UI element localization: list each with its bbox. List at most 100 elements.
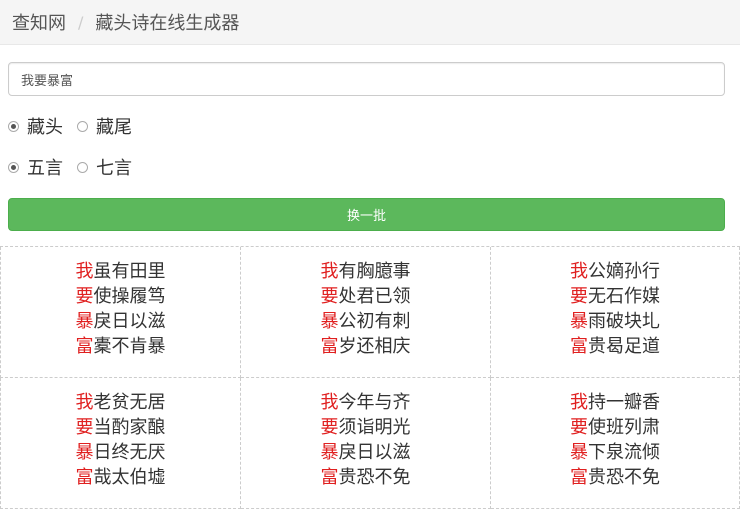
poem-line-rest: 处君已领 xyxy=(338,286,411,307)
poem-line-rest: 贵恐不免 xyxy=(338,467,411,488)
poem-line: 暴下泉流倾 xyxy=(570,440,660,465)
poem-line-rest: 戾日以滋 xyxy=(338,442,411,463)
poem-head-char: 要 xyxy=(570,417,588,438)
poem-line-rest: 岁还相庆 xyxy=(338,336,411,357)
poem-card: 我虽有田里 要使操履笃 暴戾日以滋 富橐不肯暴 xyxy=(0,247,241,378)
radio-option-five[interactable]: 五言 xyxy=(8,154,63,180)
poem-line: 我虽有田里 xyxy=(76,259,166,284)
poem-line: 富贵恐不免 xyxy=(321,465,411,490)
poem-line: 我持一瓣香 xyxy=(570,390,660,415)
poem-head-char: 要 xyxy=(320,417,339,438)
breadcrumb-home-link[interactable]: 查知网 xyxy=(12,9,66,35)
poem-line: 富岁还相庆 xyxy=(321,334,411,359)
poem-line: 富贵恐不免 xyxy=(570,465,660,490)
poem-line-rest: 哉太伯墟 xyxy=(93,467,166,488)
poem-head-char: 暴 xyxy=(320,442,339,463)
poem-head-char: 富 xyxy=(570,336,588,357)
radio-label-head: 藏头 xyxy=(27,117,63,138)
poem-line: 要使班列肃 xyxy=(570,415,660,440)
poem-line-rest: 雨破块圠 xyxy=(588,311,660,332)
radio-option-seven[interactable]: 七言 xyxy=(77,154,132,180)
poem-line: 要使操履笃 xyxy=(76,284,166,309)
radio-label-five: 五言 xyxy=(27,158,63,179)
poem-line-rest: 当酌家酿 xyxy=(93,417,166,438)
poem-head-char: 要 xyxy=(75,417,94,438)
poem-line: 我公嫡孙行 xyxy=(570,259,660,284)
poem-head-char: 暴 xyxy=(75,442,94,463)
poem-line: 富哉太伯墟 xyxy=(76,465,166,490)
poem-line: 我老贫无居 xyxy=(76,390,166,415)
poem-head-char: 要 xyxy=(75,286,94,307)
poem-line: 暴戾日以滋 xyxy=(76,309,166,334)
poem-line: 暴戾日以滋 xyxy=(321,440,411,465)
radio-option-tail[interactable]: 藏尾 xyxy=(77,113,132,139)
poem-line-rest: 公嫡孙行 xyxy=(588,261,660,282)
radio-button-five[interactable] xyxy=(8,161,19,173)
poem-line: 我有胸臆事 xyxy=(321,259,411,284)
poem-line-rest: 虽有田里 xyxy=(93,261,166,282)
poem-line-rest: 持一瓣香 xyxy=(588,392,660,413)
breadcrumb-current-page: 藏头诗在线生成器 xyxy=(95,13,240,34)
poem-line-rest: 使班列肃 xyxy=(588,417,660,438)
poem-head-char: 要 xyxy=(320,286,339,307)
position-radio-group: 藏头 藏尾 xyxy=(0,114,740,138)
poem-head-char: 我 xyxy=(570,261,588,282)
poem-head-char: 我 xyxy=(570,392,588,413)
button-container: 换一批 xyxy=(0,179,740,231)
poem-line-rest: 贵曷足道 xyxy=(588,336,660,357)
poem-card: 我持一瓣香 要使班列肃 暴下泉流倾 富贵恐不免 xyxy=(491,378,740,509)
poem-head-char: 暴 xyxy=(570,311,588,332)
radio-button-head[interactable] xyxy=(8,120,19,132)
poem-line: 暴日终无厌 xyxy=(76,440,166,465)
poem-line: 要须诣明光 xyxy=(321,415,411,440)
poem-line: 要当酌家酿 xyxy=(76,415,166,440)
poem-head-char: 富 xyxy=(75,467,94,488)
poem-head-char: 暴 xyxy=(570,442,588,463)
radio-label-seven: 七言 xyxy=(96,158,132,179)
poem-head-char: 我 xyxy=(75,392,94,413)
radio-label-tail: 藏尾 xyxy=(96,117,132,138)
poem-line: 要无石作媒 xyxy=(570,284,660,309)
poem-card: 我公嫡孙行 要无石作媒 暴雨破块圠 富贵曷足道 xyxy=(491,247,740,378)
breadcrumb: 查知网 / 藏头诗在线生成器 xyxy=(0,0,740,45)
poem-line-rest: 老贫无居 xyxy=(93,392,166,413)
poem-head-char: 我 xyxy=(320,261,339,282)
poem-line-rest: 有胸臆事 xyxy=(338,261,411,282)
poem-line: 富橐不肯暴 xyxy=(76,334,166,359)
poem-line: 富贵曷足道 xyxy=(570,334,660,359)
poem-head-char: 我 xyxy=(75,261,94,282)
poem-line: 暴公初有刺 xyxy=(321,309,411,334)
poem-line-rest: 须诣明光 xyxy=(338,417,411,438)
poem-head-char: 富 xyxy=(75,336,94,357)
poem-head-char: 富 xyxy=(570,467,588,488)
poem-line-rest: 戾日以滋 xyxy=(93,311,166,332)
poem-head-char: 富 xyxy=(320,467,339,488)
poem-card: 我老贫无居 要当酌家酿 暴日终无厌 富哉太伯墟 xyxy=(0,378,241,509)
poem-line-rest: 贵恐不免 xyxy=(588,467,660,488)
poem-head-char: 暴 xyxy=(75,311,94,332)
poem-line: 暴雨破块圠 xyxy=(570,309,660,334)
length-radio-group: 五言 七言 xyxy=(0,155,740,179)
poem-line-rest: 日终无厌 xyxy=(93,442,166,463)
input-container xyxy=(0,45,740,96)
refresh-batch-button[interactable]: 换一批 xyxy=(8,198,725,231)
keyword-input[interactable] xyxy=(8,62,725,96)
radio-button-tail[interactable] xyxy=(77,120,88,132)
poem-line-rest: 使操履笃 xyxy=(93,286,166,307)
poem-line: 要处君已领 xyxy=(321,284,411,309)
poem-line: 我今年与齐 xyxy=(321,390,411,415)
poem-head-char: 富 xyxy=(320,336,339,357)
poem-head-char: 要 xyxy=(570,286,588,307)
poem-head-char: 我 xyxy=(320,392,339,413)
poem-line-rest: 下泉流倾 xyxy=(588,442,660,463)
poem-card: 我有胸臆事 要处君已领 暴公初有刺 富岁还相庆 xyxy=(241,247,491,378)
radio-button-seven[interactable] xyxy=(77,161,88,173)
poem-head-char: 暴 xyxy=(320,311,339,332)
radio-option-head[interactable]: 藏头 xyxy=(8,113,63,139)
breadcrumb-separator: / xyxy=(78,12,84,32)
poem-grid: 我虽有田里 要使操履笃 暴戾日以滋 富橐不肯暴 我有胸臆事 要处君已领 暴公初有刺 富岁还相庆… xyxy=(0,246,740,509)
poem-line-rest: 无石作媒 xyxy=(588,286,660,307)
poem-card: 我今年与齐 要须诣明光 暴戾日以滋 富贵恐不免 xyxy=(241,378,491,509)
poem-line-rest: 公初有刺 xyxy=(338,311,411,332)
poem-line-rest: 橐不肯暴 xyxy=(93,336,166,357)
